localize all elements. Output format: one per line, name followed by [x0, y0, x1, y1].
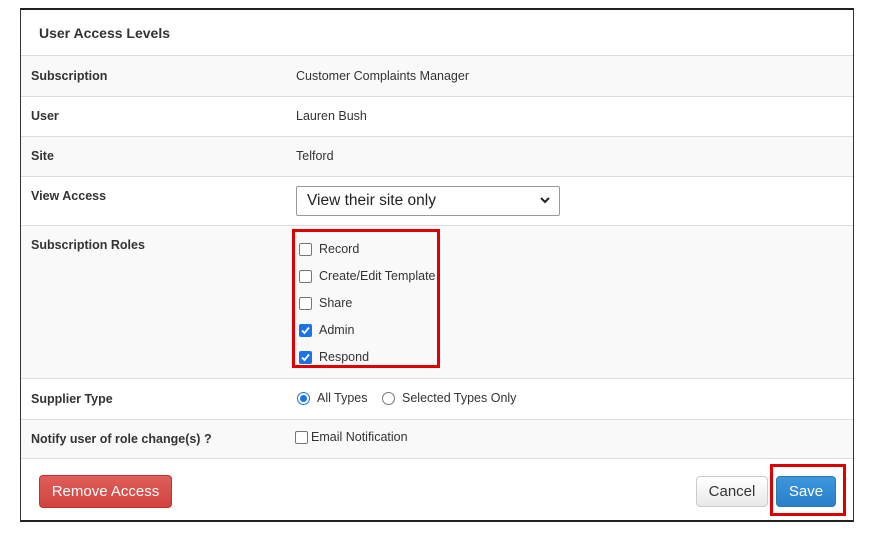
cancel-button[interactable]: Cancel: [696, 476, 768, 507]
modal-footer: Remove Access Cancel Save: [21, 458, 853, 520]
role-respond-checkbox[interactable]: [299, 350, 312, 364]
user-label: User: [31, 109, 59, 123]
subscription-label: Subscription: [31, 69, 108, 83]
save-highlight-box: [770, 464, 846, 516]
site-row: Site Telford: [21, 136, 853, 176]
role-record[interactable]: Record: [299, 242, 359, 256]
chevron-down-icon: [540, 197, 550, 204]
supplier-type-selected[interactable]: Selected Types Only: [382, 391, 516, 405]
role-record-checkbox[interactable]: [299, 242, 312, 256]
role-create-edit-template-label: Create/Edit Template: [319, 269, 436, 283]
checkmark-icon: [301, 353, 310, 361]
site-value: Telford: [296, 149, 334, 163]
notify-row: Notify user of role change(s) ? Email No…: [21, 419, 853, 458]
role-respond[interactable]: Respond: [299, 350, 369, 364]
role-share-label: Share: [319, 296, 353, 310]
email-notification-checkbox[interactable]: [295, 430, 308, 444]
view-access-label: View Access: [31, 189, 107, 203]
role-respond-label: Respond: [319, 350, 370, 364]
subscription-row: Subscription Customer Complaints Manager: [21, 55, 853, 96]
role-share[interactable]: Share: [299, 296, 352, 310]
role-admin-checkbox[interactable]: [299, 323, 312, 337]
all-types-label: All Types: [317, 391, 368, 405]
role-share-checkbox[interactable]: [299, 296, 312, 310]
subscription-value: Customer Complaints Manager: [296, 69, 469, 83]
role-record-label: Record: [319, 242, 360, 256]
view-access-row: View Access View their site only: [21, 176, 853, 225]
all-types-radio[interactable]: [297, 391, 310, 405]
modal-header: User Access Levels: [21, 10, 853, 56]
subscription-roles-label: Subscription Roles: [31, 238, 145, 252]
supplier-type-row: Supplier Type All Types Selected Types O…: [21, 378, 853, 419]
modal-title: User Access Levels: [39, 24, 171, 41]
supplier-type-label: Supplier Type: [31, 392, 113, 406]
subscription-roles-row: Subscription Roles Record Create/Edit Te…: [21, 225, 853, 378]
selected-types-radio[interactable]: [382, 391, 395, 405]
selected-types-label: Selected Types Only: [402, 391, 517, 405]
user-value: Lauren Bush: [296, 109, 367, 123]
notify-label: Notify user of role change(s) ?: [31, 432, 212, 446]
user-access-levels-modal: User Access Levels Subscription Customer…: [20, 8, 854, 522]
remove-access-button[interactable]: Remove Access: [39, 475, 172, 508]
email-notification[interactable]: Email Notification: [295, 430, 408, 444]
user-row: User Lauren Bush: [21, 96, 853, 136]
role-create-edit-template[interactable]: Create/Edit Template: [299, 269, 436, 283]
checkmark-icon: [301, 326, 310, 334]
email-notification-label: Email Notification: [311, 430, 408, 444]
site-label: Site: [31, 149, 54, 163]
role-admin[interactable]: Admin: [299, 323, 354, 337]
role-create-edit-template-checkbox[interactable]: [299, 269, 312, 283]
role-admin-label: Admin: [319, 323, 355, 337]
view-access-selected-value: View their site only: [307, 192, 436, 209]
view-access-select[interactable]: View their site only: [296, 186, 560, 216]
supplier-type-all[interactable]: All Types: [297, 391, 368, 405]
